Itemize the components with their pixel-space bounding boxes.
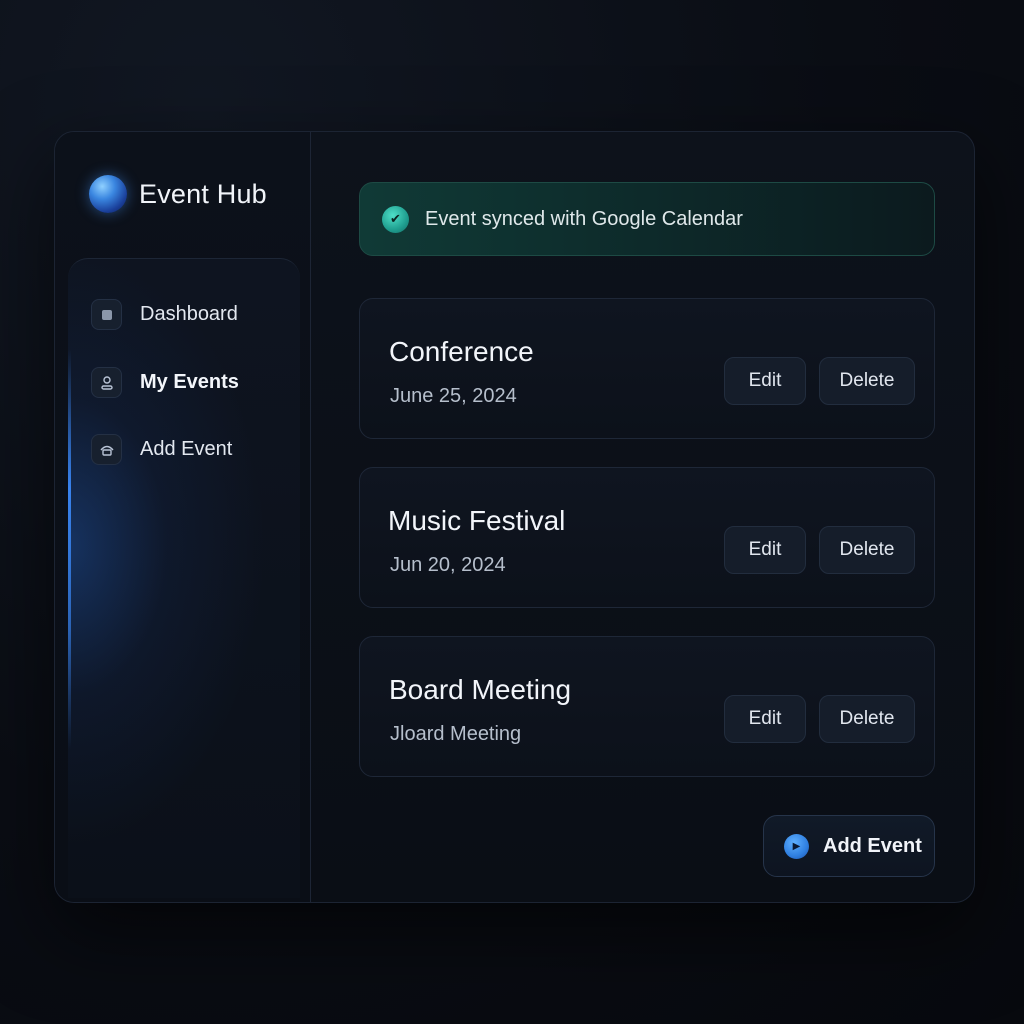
check-icon: ✔ <box>382 205 409 233</box>
sidebar-item-add-event[interactable]: Add Event <box>91 434 232 465</box>
sidebar-item-my-events[interactable]: My Events <box>91 367 239 398</box>
brand: Event Hub <box>89 175 267 213</box>
event-title: Conference <box>389 336 534 367</box>
sync-notification: ✔ Event synced with Google Calendar <box>359 182 935 256</box>
sidebar-item-label: My Events <box>140 371 239 393</box>
event-date: Jloard Meeting <box>390 723 522 745</box>
logo-orb-icon <box>89 175 127 213</box>
event-card: Conference June 25, 2024 Edit Delete <box>359 298 935 439</box>
event-card: Board Meeting Jloard Meeting Edit Delete <box>359 636 935 777</box>
user-icon <box>91 367 122 398</box>
event-date: June 25, 2024 <box>390 385 517 407</box>
delete-button[interactable]: Delete <box>819 526 915 574</box>
delete-button[interactable]: Delete <box>819 357 915 405</box>
event-date: Jun 20, 2024 <box>390 554 506 576</box>
event-title: Board Meeting <box>389 674 572 705</box>
sidebar-item-label: Dashboard <box>140 303 238 325</box>
play-icon: ▶ <box>784 833 809 859</box>
sidebar: Event Hub Dashboard My Events Add Event <box>55 132 311 902</box>
main-content: ✔ Event synced with Google Calendar Conf… <box>359 132 974 902</box>
app-name: Event Hub <box>139 178 267 209</box>
edit-button[interactable]: Edit <box>724 357 806 405</box>
add-event-button[interactable]: ▶ Add Event <box>763 815 935 877</box>
nav-panel: Dashboard My Events Add Event <box>68 258 300 898</box>
app-window: Event Hub Dashboard My Events Add Event <box>54 131 975 903</box>
sidebar-item-label: Add Event <box>140 438 233 460</box>
sidebar-item-dashboard[interactable]: Dashboard <box>91 299 238 330</box>
add-event-icon <box>91 434 122 465</box>
nav-glow <box>68 349 71 749</box>
edit-button[interactable]: Edit <box>724 695 806 743</box>
edit-button[interactable]: Edit <box>724 526 806 574</box>
add-event-label: Add Event <box>823 834 922 857</box>
delete-button[interactable]: Delete <box>819 695 915 743</box>
event-card: Music Festival Jun 20, 2024 Edit Delete <box>359 467 935 608</box>
notification-text: Event synced with Google Calendar <box>425 207 743 230</box>
event-title: Music Festival <box>388 505 566 536</box>
dashboard-icon <box>91 299 122 330</box>
